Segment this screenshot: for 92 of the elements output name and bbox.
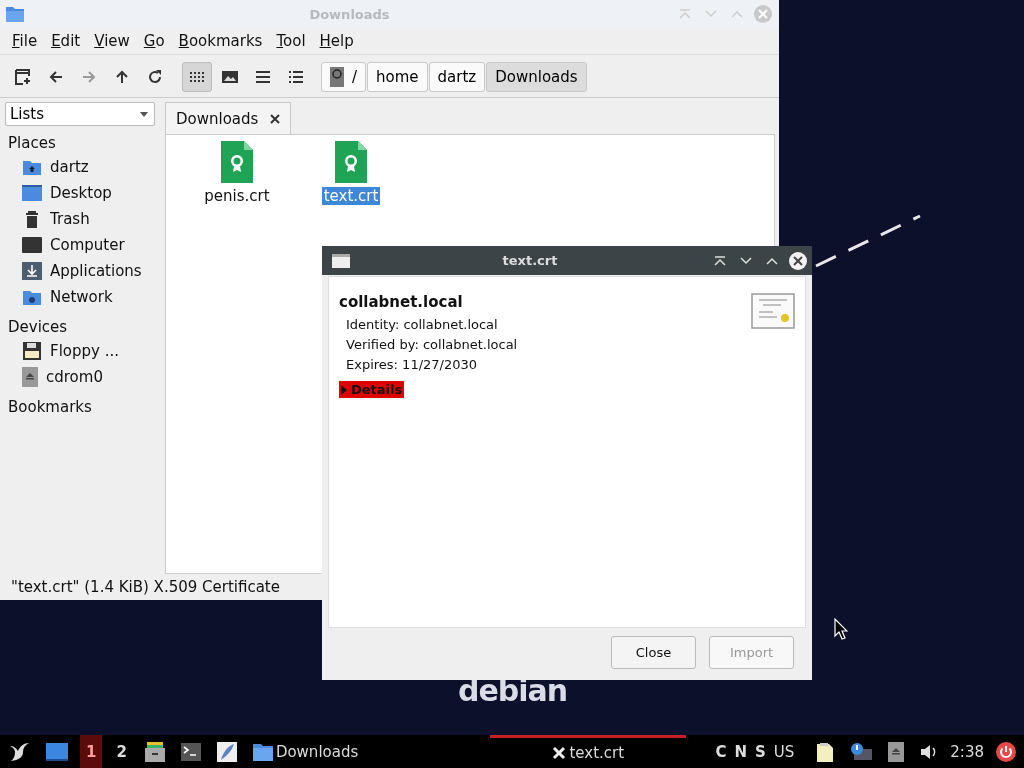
mouse-pointer-icon <box>834 618 848 640</box>
shade-icon <box>714 255 726 266</box>
menu-item[interactable]: Go <box>137 32 171 50</box>
desktop-icon <box>46 741 68 762</box>
sidebar-item[interactable]: Applications <box>5 258 160 284</box>
chevron-down-icon <box>740 256 752 265</box>
sidebar-item[interactable]: Floppy ... <box>5 338 160 364</box>
compact-view-icon <box>255 70 271 84</box>
window-icon <box>332 253 350 268</box>
forward-arrow-icon <box>82 70 96 84</box>
sidebar-heading: Places <box>8 133 57 154</box>
menu-item[interactable]: Help <box>313 32 360 50</box>
menu-item[interactable]: Bookmarks <box>172 32 269 50</box>
dropdown-caret-icon <box>140 111 148 117</box>
download-icon <box>22 262 42 280</box>
sidebar-item[interactable]: Trash <box>5 206 160 232</box>
file-cabinet-icon <box>144 741 165 762</box>
folder-tab[interactable]: Downloads <box>165 102 292 134</box>
list-view-icon <box>288 70 304 84</box>
close-button[interactable] <box>788 250 808 271</box>
certificate-icon <box>751 293 795 329</box>
dialog-title: text.crt <box>501 253 559 268</box>
chevron-up-icon <box>731 10 743 18</box>
power-icon <box>996 741 1016 762</box>
keyboard-layout[interactable]: US <box>773 742 795 761</box>
bird-logo-icon <box>8 740 30 763</box>
path-button[interactable]: home <box>367 62 428 92</box>
chevron-down-icon <box>705 10 717 18</box>
file-name[interactable]: penis.crt <box>202 187 272 205</box>
folder-icon <box>6 6 24 22</box>
sidebar-heading: Devices <box>8 317 69 338</box>
shade-icon <box>679 9 691 19</box>
desktop-icon <box>22 184 42 202</box>
back-arrow-icon <box>49 70 63 84</box>
close-icon <box>789 251 807 270</box>
eject-icon <box>888 741 905 762</box>
home-folder-icon <box>22 158 42 176</box>
grid-view-icon <box>189 71 205 83</box>
menu-item[interactable]: Edit <box>45 32 87 50</box>
image-view-icon <box>222 70 238 84</box>
certificate-field: Identity: collabnet.local <box>339 315 751 335</box>
sidebar-item[interactable]: Computer <box>5 232 160 258</box>
side-pane-dropdown[interactable]: Lists <box>5 102 155 126</box>
network-folder-icon <box>22 288 42 306</box>
close-icon <box>754 5 772 23</box>
notification-icon <box>850 742 873 761</box>
terminal-icon <box>180 742 201 761</box>
reload-icon <box>147 69 163 85</box>
monitor-icon <box>22 236 42 254</box>
floppy-icon <box>22 341 42 361</box>
certificate-name: collabnet.local <box>339 293 464 311</box>
taskbar-window-button[interactable]: Downloads <box>248 735 363 768</box>
new-tab-icon <box>15 69 31 85</box>
sidebar-item[interactable]: cdrom0 <box>5 364 160 390</box>
menu-item[interactable]: View <box>88 32 136 50</box>
sidebar-heading: Bookmarks <box>8 397 93 418</box>
path-button[interactable]: / <box>321 62 367 92</box>
caret-right-icon <box>341 384 347 395</box>
taskbar-window-button[interactable]: text.crt <box>490 735 687 768</box>
feather-icon <box>216 741 237 762</box>
details-expander[interactable]: Details <box>339 381 405 398</box>
menu-item[interactable]: File <box>6 32 44 50</box>
clock: 2:38 <box>950 742 984 761</box>
eject-drive-icon <box>22 367 38 387</box>
menu-item[interactable]: Tool <box>270 32 312 50</box>
sidebar-item[interactable]: Desktop <box>5 180 160 206</box>
keyboard-indicator: C <box>715 742 727 761</box>
drive-icon <box>330 67 344 87</box>
certificate-field: Expires: 11/27/2030 <box>339 355 751 375</box>
clipboard-icon <box>816 741 835 762</box>
status-text: "text.crt" (1.4 KiB) X.509 Certificate <box>11 578 280 596</box>
certificate-file-icon <box>335 141 367 183</box>
workspace-button[interactable]: 1 <box>80 735 103 768</box>
workspace-button[interactable]: 2 <box>110 735 133 768</box>
path-button[interactable]: dartz <box>428 62 486 92</box>
certificate-file-icon <box>221 141 253 183</box>
sidebar-item[interactable]: Network <box>5 284 160 310</box>
folder-icon <box>252 742 273 761</box>
sidebar-item[interactable]: dartz <box>5 154 160 180</box>
keyboard-indicator: N <box>734 742 747 761</box>
close-tab-icon <box>270 113 281 124</box>
keyboard-indicator: S <box>755 742 766 761</box>
certificate-field: Verified by: collabnet.local <box>339 335 751 355</box>
debian-logo: debian <box>458 676 568 706</box>
view-mode-button[interactable] <box>182 62 212 92</box>
x-icon <box>552 746 567 760</box>
dialog-button[interactable]: Close <box>611 636 696 669</box>
window-title: Downloads <box>308 6 391 22</box>
file-name[interactable]: text.crt <box>321 187 381 205</box>
path-button[interactable]: Downloads <box>486 62 587 92</box>
up-arrow-icon <box>115 70 129 84</box>
chevron-up-icon <box>766 256 778 265</box>
